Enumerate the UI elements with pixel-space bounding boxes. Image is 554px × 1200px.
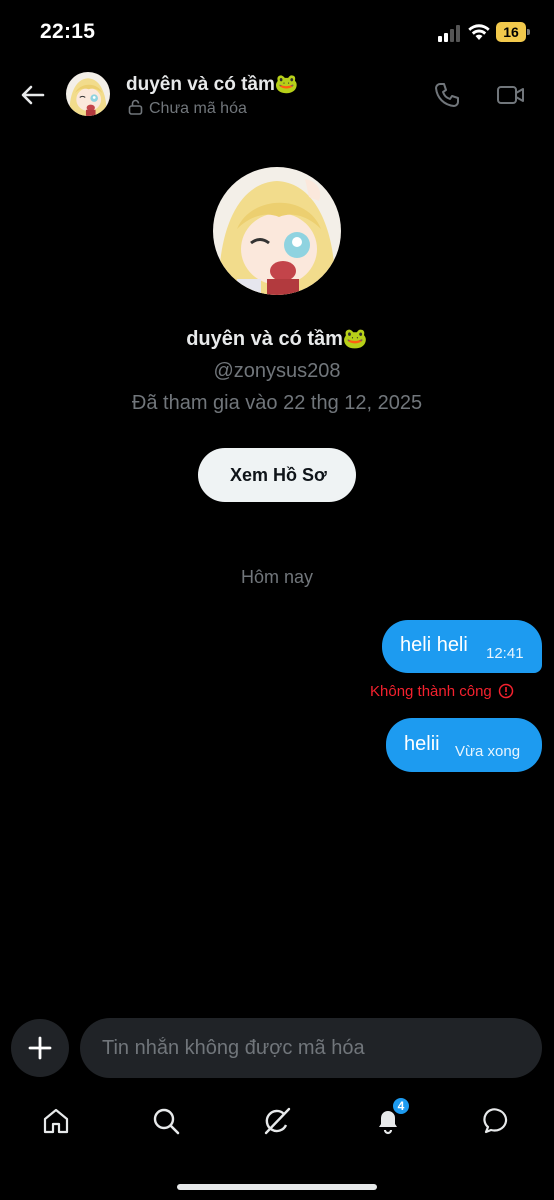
call-button[interactable] (432, 80, 462, 110)
video-camera-icon (497, 86, 524, 104)
home-indicator[interactable] (177, 1184, 377, 1190)
conversation-header: duyên và có tầm🐸 Chưa mã hóa (0, 64, 554, 126)
nav-home[interactable] (39, 1104, 73, 1138)
view-profile-button[interactable]: Xem Hồ Sơ (198, 448, 356, 502)
back-arrow-icon (21, 85, 45, 105)
phone-icon (435, 83, 459, 107)
message-failed-label: Không thành công (370, 683, 492, 700)
profile-join-date: Đã tham gia vào 22 thg 12, 2025 (131, 392, 423, 414)
profile-handle: @zonysus208 (213, 360, 341, 382)
home-icon (43, 1108, 69, 1134)
encryption-status: Chưa mã hóa (128, 99, 247, 118)
notification-badge: 4 (391, 1096, 411, 1116)
wifi-icon (468, 22, 490, 42)
message-time: Vừa xong (455, 743, 521, 760)
nav-search[interactable] (149, 1104, 183, 1138)
back-button[interactable] (18, 80, 48, 110)
profile-avatar[interactable] (213, 167, 341, 295)
message-bubble[interactable]: helii Vừa xong (386, 718, 542, 772)
nav-grok[interactable] (260, 1104, 294, 1138)
message-failed-status[interactable]: Không thành công (370, 683, 514, 700)
message-text: heli heli (400, 634, 468, 656)
message-time: 12:41 (486, 645, 524, 662)
chat-bubble-icon (483, 1108, 508, 1134)
profile-name: duyên và có tầm🐸 (186, 328, 368, 350)
video-call-button[interactable] (496, 80, 526, 110)
plus-icon (28, 1036, 52, 1060)
battery-icon: 16 (496, 22, 530, 42)
info-icon (498, 683, 514, 699)
encryption-status-label: Chưa mã hóa (149, 100, 247, 117)
grok-icon (264, 1107, 291, 1135)
header-name[interactable]: duyên và có tầm🐸 (126, 72, 299, 96)
nav-messages[interactable] (481, 1104, 515, 1138)
cellular-signal-icon (438, 25, 464, 42)
nav-notifications[interactable]: 4 (371, 1096, 411, 1138)
message-input[interactable] (80, 1018, 542, 1078)
status-bar: 22:15 16 (0, 0, 554, 64)
header-avatar[interactable] (66, 72, 110, 116)
date-divider: Hôm nay (240, 567, 314, 587)
add-attachment-button[interactable] (11, 1019, 69, 1077)
search-icon (153, 1108, 180, 1135)
unlock-icon (128, 99, 143, 115)
battery-level: 16 (503, 24, 519, 40)
status-time: 22:15 (40, 20, 96, 43)
message-bubble[interactable]: heli heli 12:41 (382, 620, 542, 673)
message-text: helii (404, 733, 440, 755)
